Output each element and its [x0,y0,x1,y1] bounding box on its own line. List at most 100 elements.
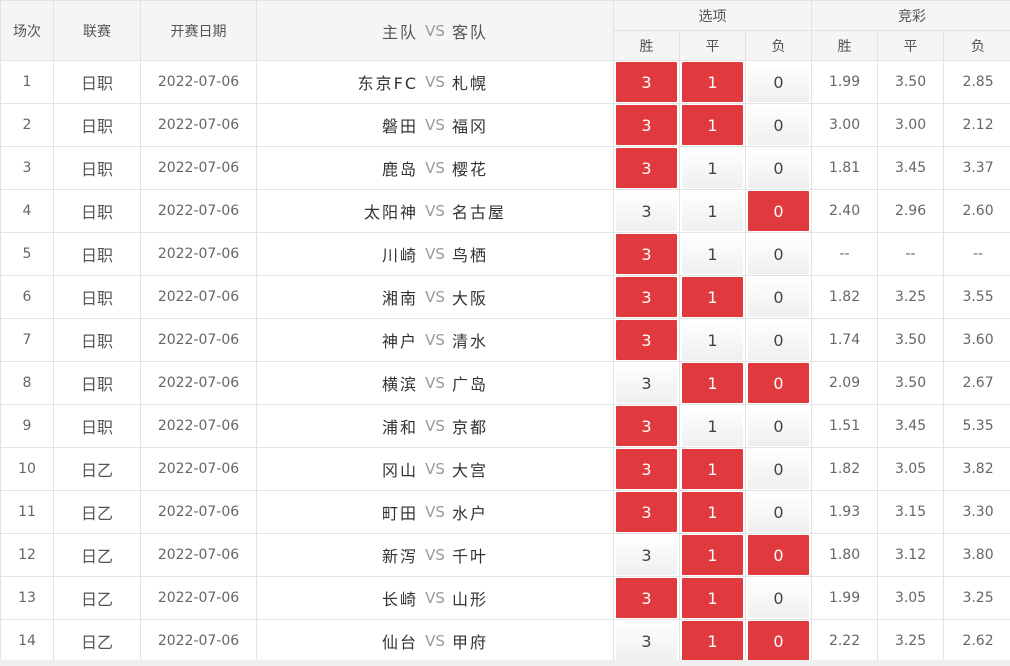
option-win-button[interactable]: 3 [616,320,677,360]
odds-lose: 3.60 [943,318,1010,362]
match-number: 9 [0,404,54,448]
header-options-group: 选项 [612,0,813,31]
header-num: 场次 [0,0,54,61]
match-number: 8 [0,361,54,405]
league-name: 日职 [53,404,141,448]
match-number: 5 [0,232,54,276]
option-win-button[interactable]: 3 [616,492,677,532]
odds-win: 3.00 [811,103,879,147]
odds-lose: 3.37 [943,146,1010,190]
odds-win: -- [811,232,879,276]
teams-cell: 磐田 VS 福冈 [256,103,614,147]
option-lose-button[interactable]: 0 [748,578,810,618]
option-draw-button[interactable]: 1 [682,578,743,618]
option-lose-button[interactable]: 0 [748,320,810,360]
table-row: 3 日职 2022-07-06 鹿岛 VS 樱花 3 1 0 1.81 3.45 3.37 [0,146,1010,190]
option-win-button[interactable]: 3 [616,277,677,317]
match-number: 2 [0,103,54,147]
option-cell-win: 3 [613,275,680,319]
teams-wrap: 冈山 VS 大宫 [258,457,613,481]
option-win-button[interactable]: 3 [616,62,677,102]
option-draw-button[interactable]: 1 [682,621,743,661]
option-lose-button[interactable]: 0 [748,363,810,403]
option-cell-win: 3 [613,103,680,147]
horizontal-scrollbar[interactable] [0,660,1010,666]
option-lose-button[interactable]: 0 [748,234,810,274]
match-date: 2022-07-06 [140,103,257,147]
option-draw-button[interactable]: 1 [682,449,743,489]
option-lose-button[interactable]: 0 [748,277,810,317]
option-lose-button[interactable]: 0 [748,148,810,188]
option-draw-button[interactable]: 1 [682,234,743,274]
home-team: 仙台 [381,633,418,652]
home-team: 横滨 [381,375,418,394]
option-draw-button[interactable]: 1 [682,320,743,360]
option-cell-win: 3 [613,490,680,534]
option-lose-button[interactable]: 0 [748,449,810,489]
odds-draw: 3.50 [877,60,945,104]
option-lose-button[interactable]: 0 [748,105,810,145]
option-lose-button[interactable]: 0 [748,492,810,532]
option-cell-win: 3 [613,576,680,620]
option-cell-draw: 1 [679,318,746,362]
option-cell-lose: 0 [744,533,813,577]
league-name: 日乙 [53,576,141,620]
option-draw-button[interactable]: 1 [682,406,743,446]
header-odd-win: 胜 [811,30,879,61]
option-lose-button[interactable]: 0 [748,191,810,231]
option-win-button[interactable]: 3 [616,449,677,489]
option-draw-button[interactable]: 1 [682,148,743,188]
option-draw-button[interactable]: 1 [682,535,743,575]
option-win-button[interactable]: 3 [616,621,677,661]
home-team: 浦和 [381,418,418,437]
away-team: 清水 [452,332,489,351]
option-cell-draw: 1 [679,103,746,147]
home-team: 磐田 [381,117,418,136]
league-name: 日职 [53,146,141,190]
option-win-button[interactable]: 3 [616,105,677,145]
option-draw-button[interactable]: 1 [682,105,743,145]
option-cell-win: 3 [613,60,680,104]
away-team: 樱花 [452,160,489,179]
odds-win: 1.74 [811,318,879,362]
odds-win: 2.09 [811,361,879,405]
match-number: 1 [0,60,54,104]
option-win-button[interactable]: 3 [616,191,677,231]
option-win-button[interactable]: 3 [616,234,677,274]
option-win-button[interactable]: 3 [616,535,677,575]
option-lose-button[interactable]: 0 [748,406,810,446]
vs-label: VS [425,73,445,91]
option-win-button[interactable]: 3 [616,363,677,403]
match-date: 2022-07-06 [140,275,257,319]
option-draw-button[interactable]: 1 [682,492,743,532]
match-date: 2022-07-06 [140,447,257,491]
option-cell-draw: 1 [679,619,746,663]
odds-lose: -- [943,232,1010,276]
odds-win: 1.93 [811,490,879,534]
header-teams: 主队 VS 客队 [256,0,614,61]
option-draw-button[interactable]: 1 [682,62,743,102]
vs-label: VS [425,245,445,263]
option-lose-button[interactable]: 0 [748,62,810,102]
option-win-button[interactable]: 3 [616,578,677,618]
option-draw-button[interactable]: 1 [682,277,743,317]
option-lose-button[interactable]: 0 [748,621,810,661]
away-team: 札幌 [452,74,489,93]
odds-draw: 3.15 [877,490,945,534]
option-draw-button[interactable]: 1 [682,191,743,231]
odds-win: 1.80 [811,533,879,577]
match-date: 2022-07-06 [140,404,257,448]
option-win-button[interactable]: 3 [616,148,677,188]
odds-win: 1.81 [811,146,879,190]
option-cell-lose: 0 [744,189,813,233]
header-teams-wrap: 主队 VS 客队 [258,19,613,43]
odds-lose: 2.85 [943,60,1010,104]
vs-label: VS [425,417,445,435]
teams-cell: 川崎 VS 鸟栖 [256,232,614,276]
match-date: 2022-07-06 [140,576,257,620]
option-draw-button[interactable]: 1 [682,363,743,403]
option-cell-lose: 0 [744,404,813,448]
option-cell-lose: 0 [744,490,813,534]
option-lose-button[interactable]: 0 [748,535,810,575]
option-win-button[interactable]: 3 [616,406,677,446]
